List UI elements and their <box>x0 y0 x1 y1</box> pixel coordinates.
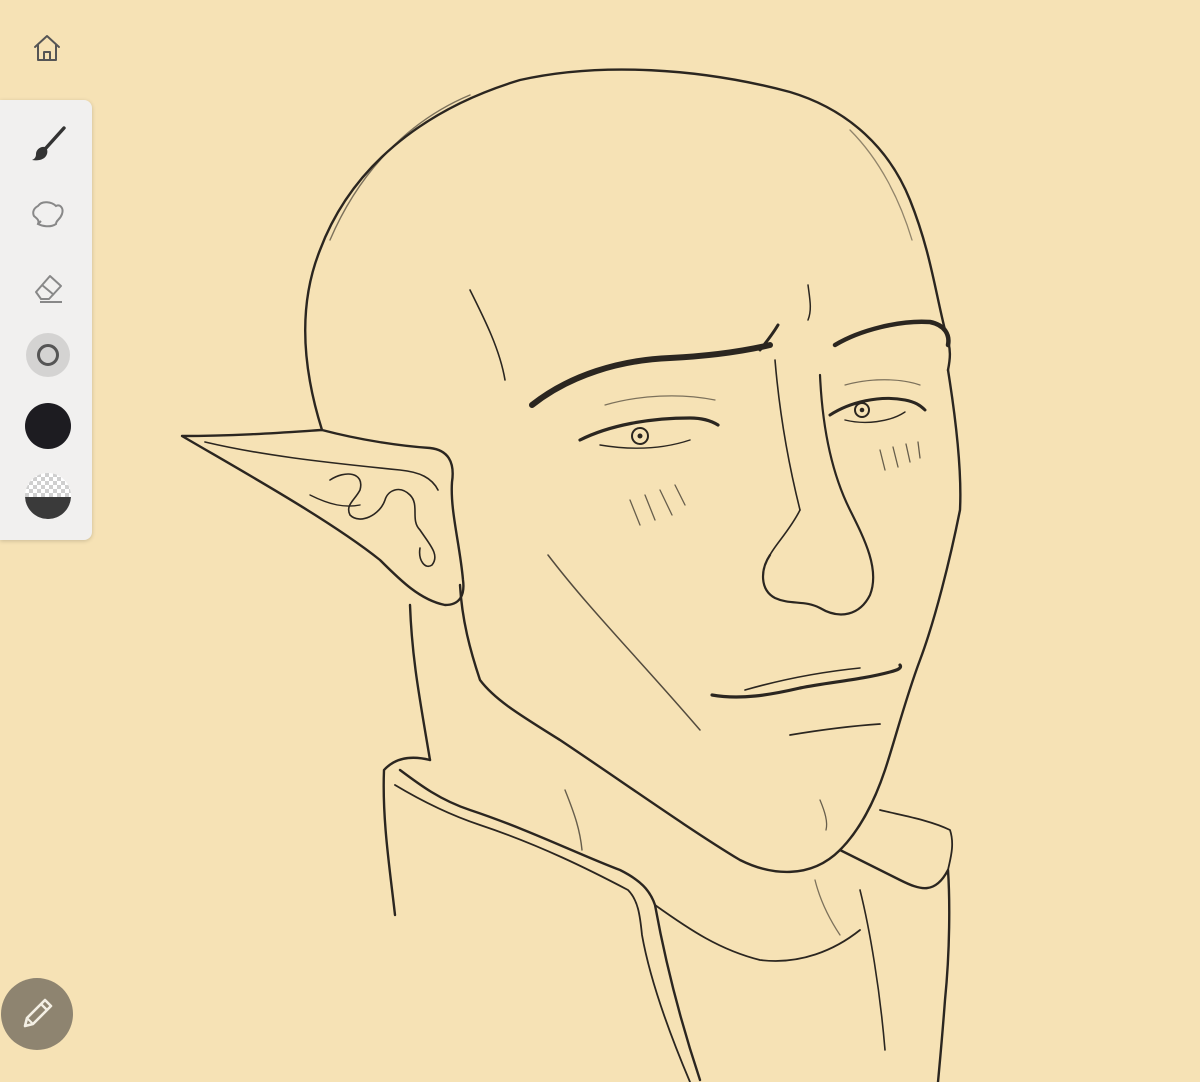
eraser-tool-button[interactable] <box>24 262 72 310</box>
tool-palette <box>0 100 92 540</box>
pencil-icon <box>23 998 53 1028</box>
eraser-icon <box>35 275 62 303</box>
lasso-icon <box>32 201 64 228</box>
current-color-swatch <box>25 403 71 449</box>
sketch-lines <box>180 68 962 1082</box>
draw-mode-button[interactable] <box>1 978 73 1050</box>
color-picker-button[interactable] <box>24 402 72 450</box>
home-icon <box>34 35 60 61</box>
home-button[interactable] <box>27 28 67 68</box>
brush-size-icon <box>26 333 70 377</box>
lasso-tool-button[interactable] <box>24 190 72 238</box>
brush-icon <box>32 126 66 161</box>
drawing-canvas[interactable] <box>0 0 1200 1082</box>
opacity-icon <box>25 473 71 519</box>
brush-tool-button[interactable] <box>24 120 72 168</box>
brush-size-button[interactable] <box>24 331 72 379</box>
opacity-button[interactable] <box>24 472 72 520</box>
